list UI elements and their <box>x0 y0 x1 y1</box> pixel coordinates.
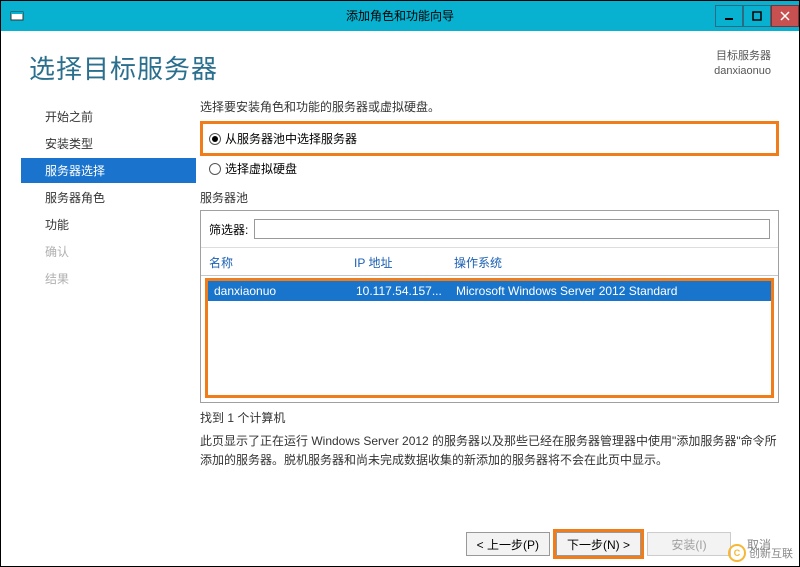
cell-name: danxiaonuo <box>214 284 356 298</box>
sidebar-item-before-begin[interactable]: 开始之前 <box>21 104 196 129</box>
close-button[interactable] <box>771 5 799 27</box>
table-body-highlight: danxiaonuo 10.117.54.157... Microsoft Wi… <box>205 278 774 398</box>
header-destination: 目标服务器 danxiaonuo <box>714 49 771 80</box>
next-button[interactable]: 下一步(N) > <box>556 532 641 556</box>
radio-select-from-pool[interactable]: 从服务器池中选择服务器 <box>209 128 770 149</box>
radio-select-vhd[interactable]: 选择虚拟硬盘 <box>200 158 779 179</box>
destination-label: 目标服务器 <box>714 49 771 64</box>
table-row[interactable]: danxiaonuo 10.117.54.157... Microsoft Wi… <box>208 281 771 301</box>
sidebar-item-install-type[interactable]: 安装类型 <box>21 131 196 156</box>
col-header-os[interactable]: 操作系统 <box>454 254 770 271</box>
radio-label: 选择虚拟硬盘 <box>225 160 297 177</box>
wizard-sidebar: 开始之前 安装类型 服务器选择 服务器角色 功能 确认 结果 <box>21 98 196 470</box>
sidebar-item-confirm: 确认 <box>21 239 196 264</box>
sidebar-item-server-selection[interactable]: 服务器选择 <box>21 158 196 183</box>
col-header-name[interactable]: 名称 <box>209 254 354 271</box>
instruction-text: 选择要安装角色和功能的服务器或虚拟硬盘。 <box>200 98 779 115</box>
app-icon <box>7 6 27 26</box>
page-description: 此页显示了正在运行 Windows Server 2012 的服务器以及那些已经… <box>200 432 779 470</box>
sidebar-item-results: 结果 <box>21 266 196 291</box>
cell-os: Microsoft Windows Server 2012 Standard <box>456 284 765 298</box>
destination-value: danxiaonuo <box>714 64 771 79</box>
radio-label: 从服务器池中选择服务器 <box>225 130 357 147</box>
watermark-icon: C <box>728 544 746 562</box>
prev-button[interactable]: < 上一步(P) <box>466 532 550 556</box>
filter-input[interactable] <box>254 219 770 239</box>
cell-ip: 10.117.54.157... <box>356 284 456 298</box>
watermark: C 创新互联 <box>728 544 793 562</box>
page-title: 选择目标服务器 <box>29 49 218 86</box>
server-pool-panel: 筛选器: 名称 IP 地址 操作系统 danxiaonuo 10.117.54.… <box>200 210 779 403</box>
filter-label: 筛选器: <box>209 221 248 238</box>
install-button: 安装(I) <box>647 532 731 556</box>
radio-icon <box>209 163 221 175</box>
table-header: 名称 IP 地址 操作系统 <box>201 248 778 276</box>
server-pool-label: 服务器池 <box>200 189 779 206</box>
radio-group-highlight: 从服务器池中选择服务器 <box>200 121 779 156</box>
sidebar-item-features[interactable]: 功能 <box>21 212 196 237</box>
maximize-button[interactable] <box>743 5 771 27</box>
minimize-button[interactable] <box>715 5 743 27</box>
col-header-ip[interactable]: IP 地址 <box>354 254 454 271</box>
found-computers-text: 找到 1 个计算机 <box>200 409 779 426</box>
watermark-text: 创新互联 <box>749 545 793 561</box>
radio-icon <box>209 133 221 145</box>
sidebar-item-server-roles[interactable]: 服务器角色 <box>21 185 196 210</box>
titlebar: 添加角色和功能向导 <box>1 1 799 31</box>
window-title: 添加角色和功能向导 <box>1 1 799 31</box>
